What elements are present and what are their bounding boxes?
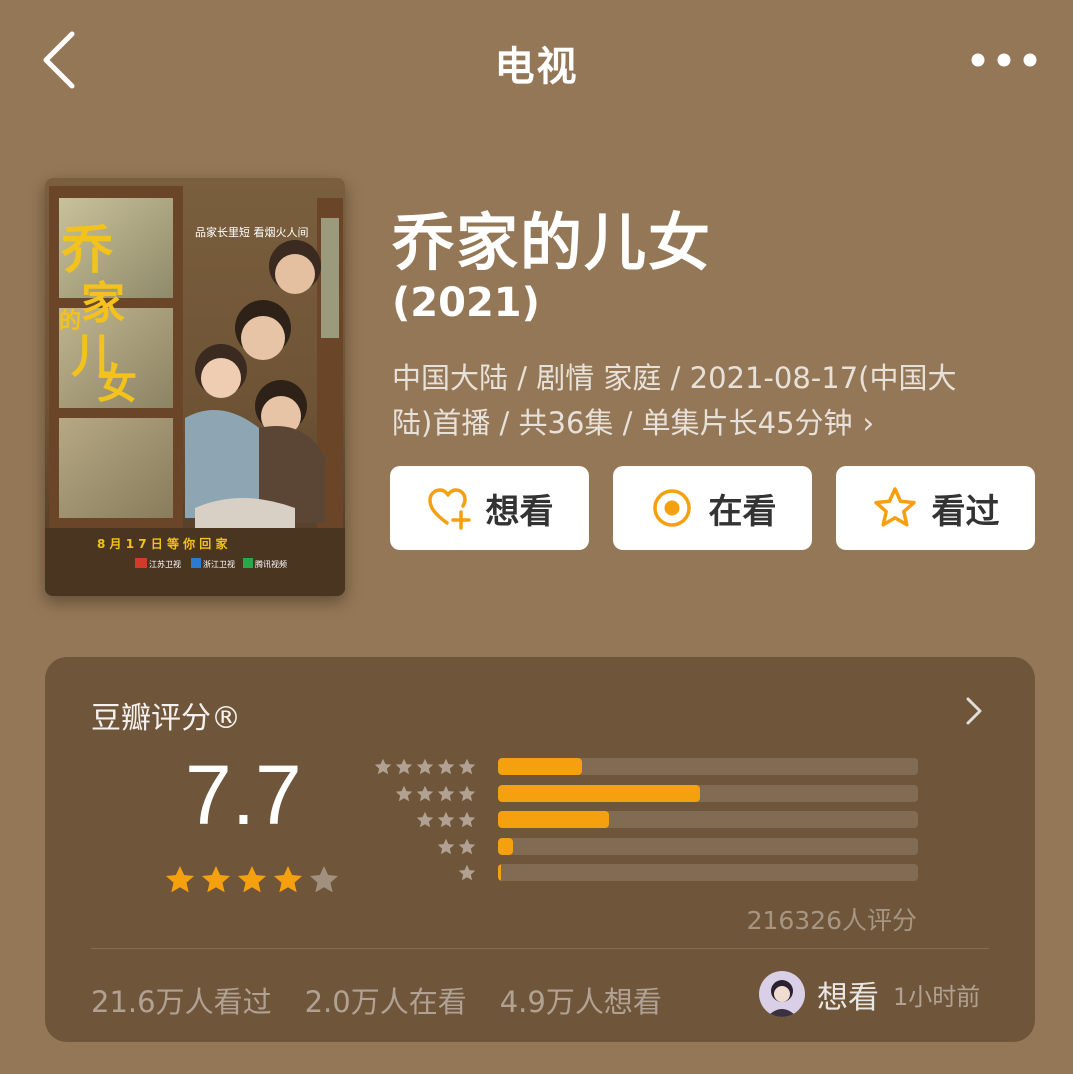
activity-time: 1小时前 [893, 982, 981, 1011]
rating-row-4-star [375, 782, 935, 809]
more-options-icon[interactable] [969, 50, 1039, 70]
row-stars [456, 863, 477, 883]
star-small-icon [416, 811, 434, 828]
rating-row-5-star [372, 755, 935, 782]
star-filled-icon [201, 865, 231, 893]
row-stars [414, 810, 477, 830]
poster-image[interactable]: 乔 家 的 儿 女 品家长里短 看烟火人间 8 月 1 7 日 等 你 回 家 … [45, 178, 345, 596]
watched-button[interactable]: 看过 [836, 466, 1035, 550]
star-small-icon [458, 838, 476, 854]
watched-label: 看过 [931, 491, 1000, 532]
star-small-icon [437, 758, 455, 775]
meta-line-2-text: 陆)首播 / 共36集 / 单集片长45分钟 [392, 406, 853, 440]
svg-text:品家长里短 看烟火人间: 品家长里短 看烟火人间 [195, 225, 309, 239]
svg-text:8 月 1 7 日 等 你 回 家: 8 月 1 7 日 等 你 回 家 [97, 536, 228, 551]
rating-stars [163, 863, 343, 897]
activity-action: 想看 [817, 979, 879, 1016]
svg-text:腾讯视频: 腾讯视频 [255, 559, 287, 569]
row-stars [372, 757, 477, 777]
rating-row-3-star [375, 808, 935, 835]
watching-count: 2.0万人在看 [304, 985, 467, 1019]
svg-text:女: 女 [97, 361, 137, 408]
star-small-icon [437, 811, 455, 828]
row-stars [393, 784, 477, 804]
rating-bar-fill [498, 784, 700, 802]
star-small-icon [416, 758, 434, 775]
star-small-icon [416, 785, 434, 801]
star-small-icon [395, 758, 413, 775]
show-meta[interactable]: 中国大陆 / 剧情 家庭 / 2021-08-17(中国大 陆)首播 / 共36… [392, 356, 1022, 446]
want-to-watch-label: 想看 [485, 491, 554, 532]
want-count: 4.9万人想看 [499, 985, 662, 1019]
svg-text:浙江卫视: 浙江卫视 [203, 559, 235, 569]
star-filled-icon [237, 865, 267, 893]
friend-activity[interactable]: 想看 1小时前 [759, 971, 980, 1017]
watching-label: 在看 [708, 491, 777, 532]
rating-bar-track [498, 864, 918, 881]
show-year: (2021) [392, 280, 540, 326]
meta-line-2: 陆)首播 / 共36集 / 单集片长45分钟 › [392, 401, 1022, 446]
rating-bar-track [498, 758, 918, 775]
rating-bar-track [498, 837, 918, 855]
svg-text:江苏卫视: 江苏卫视 [149, 559, 181, 569]
star-small-icon [458, 811, 476, 828]
show-title: 乔家的儿女 [392, 206, 713, 279]
star-small-icon [437, 785, 455, 801]
star-filled-icon [273, 865, 303, 893]
star-small-icon [458, 758, 476, 775]
rating-score: 7.7 [185, 748, 302, 842]
rating-bar-fill [498, 864, 501, 881]
rating-bar-track [498, 784, 918, 802]
poster-artwork: 乔 家 的 儿 女 品家长里短 看烟火人间 8 月 1 7 日 等 你 回 家 … [45, 178, 345, 596]
rating-bar-fill [498, 837, 513, 855]
star-small-icon [458, 785, 476, 801]
heart-plus-icon [427, 488, 471, 530]
rating-distribution [372, 755, 935, 888]
star-small-icon [458, 864, 476, 881]
meta-line-1: 中国大陆 / 剧情 家庭 / 2021-08-17(中国大 [392, 361, 957, 395]
rating-bar-fill [498, 758, 582, 775]
page-title: 电视 [494, 44, 579, 90]
svg-text:乔: 乔 [61, 220, 113, 281]
rating-row-1-star [375, 861, 935, 888]
meta-chevron-icon: › [862, 406, 875, 440]
star-empty-icon [309, 865, 339, 893]
star-filled-icon [165, 865, 195, 893]
rating-card[interactable]: 豆瓣评分® 7.7 216326人评分 21.6万人看过 2.0万人在看 4.9… [45, 657, 1035, 1042]
star-small-icon [395, 785, 413, 801]
rating-bar-track [498, 811, 918, 828]
want-to-watch-button[interactable]: 想看 [390, 466, 589, 550]
divider [91, 948, 989, 949]
audience-stats: 21.6万人看过 2.0万人在看 4.9万人想看 [91, 979, 695, 1021]
nav-bar: 电视 [0, 0, 1073, 120]
watching-button[interactable]: 在看 [613, 466, 812, 550]
star-small-icon [437, 838, 455, 854]
svg-text:家: 家 [81, 278, 125, 329]
rating-bar-fill [498, 811, 610, 828]
rating-row-2-star [375, 835, 935, 862]
star-small-icon [374, 758, 392, 775]
target-icon [652, 489, 691, 527]
watched-count: 21.6万人看过 [91, 985, 272, 1019]
chevron-right-icon[interactable] [963, 695, 985, 727]
row-stars [435, 837, 477, 857]
rating-label: 豆瓣评分® [91, 701, 241, 736]
avatar[interactable] [759, 971, 805, 1017]
raters-count: 216326人评分 [746, 906, 917, 935]
star-outline-icon [873, 487, 916, 527]
avatar-image [759, 971, 805, 1017]
